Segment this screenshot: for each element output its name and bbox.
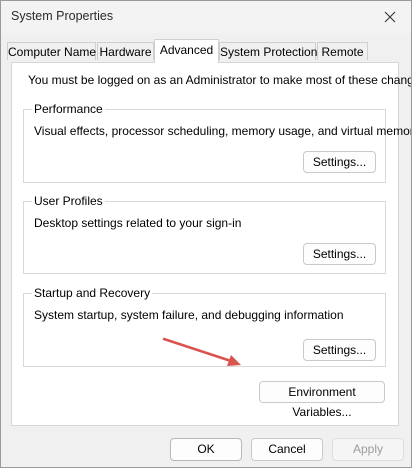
system-properties-window: System Properties Computer Name Hardware…: [0, 0, 412, 468]
tab-system-protection[interactable]: System Protection: [219, 42, 317, 60]
tab-remote[interactable]: Remote: [317, 42, 368, 60]
tab-advanced[interactable]: Advanced: [154, 39, 219, 63]
cancel-button[interactable]: Cancel: [251, 438, 323, 461]
tab-computer-name[interactable]: Computer Name: [7, 42, 96, 60]
environment-variables-button[interactable]: Environment Variables...: [259, 381, 385, 419]
admin-notice: You must be logged on as an Administrato…: [28, 73, 412, 87]
startup-recovery-settings-button[interactable]: Settings...: [303, 339, 376, 361]
startup-recovery-group: Startup and Recovery System startup, sys…: [23, 286, 386, 367]
user-profiles-title: User Profiles: [32, 194, 105, 208]
performance-description: Visual effects, processor scheduling, me…: [34, 124, 412, 138]
user-profiles-settings-button[interactable]: Settings...: [303, 243, 376, 265]
performance-title: Performance: [32, 102, 105, 116]
advanced-tab-panel: You must be logged on as an Administrato…: [11, 62, 411, 426]
close-icon: [384, 11, 396, 23]
performance-group: Performance Visual effects, processor sc…: [23, 102, 411, 183]
performance-settings-button[interactable]: Settings...: [303, 151, 376, 173]
ok-button[interactable]: OK: [170, 438, 242, 461]
title-bar: System Properties: [1, 1, 411, 33]
user-profiles-description: Desktop settings related to your sign-in: [34, 216, 242, 230]
close-button[interactable]: [375, 3, 405, 31]
tab-hardware[interactable]: Hardware: [97, 42, 154, 60]
startup-recovery-title: Startup and Recovery: [32, 286, 153, 300]
user-profiles-group: User Profiles Desktop settings related t…: [23, 194, 386, 274]
apply-button[interactable]: Apply: [332, 438, 404, 461]
startup-recovery-description: System startup, system failure, and debu…: [34, 308, 344, 322]
window-title: System Properties: [11, 9, 114, 23]
